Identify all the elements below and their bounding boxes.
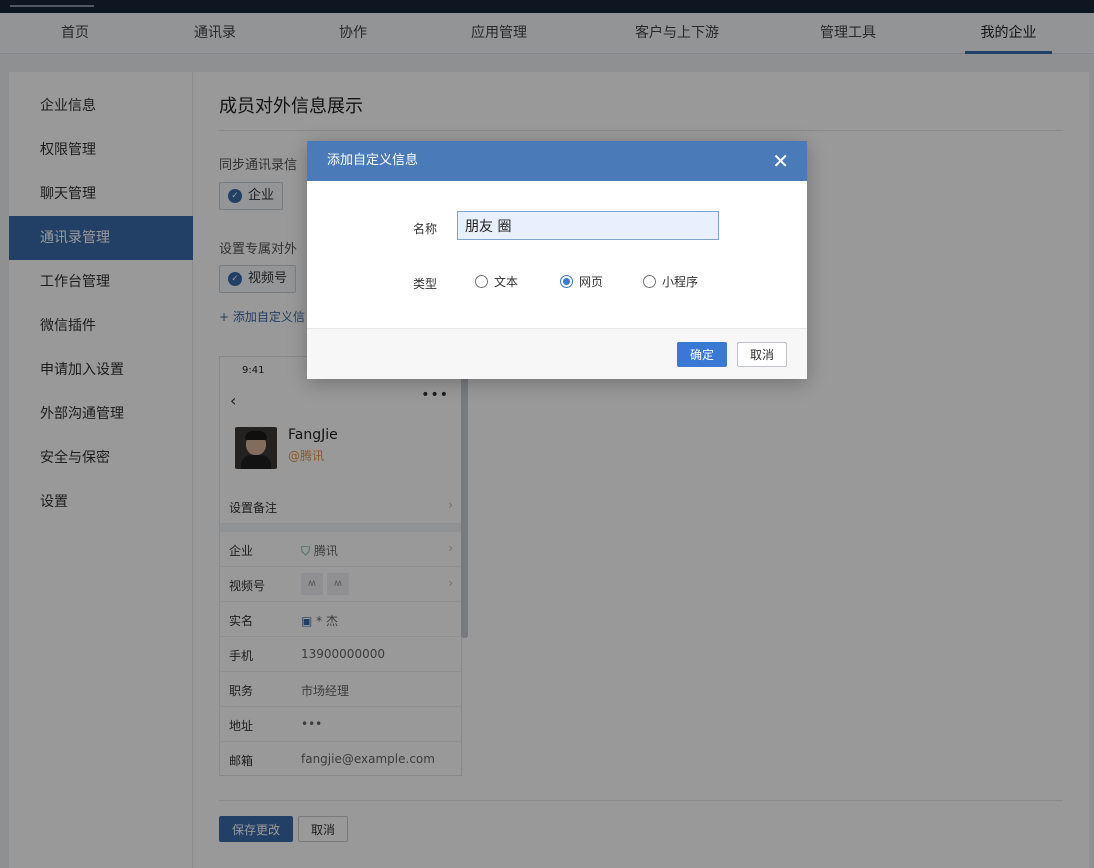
radio-text[interactable]: 文本 [475,273,518,290]
radio-label: 小程序 [662,275,699,289]
radio-label: 网页 [579,275,604,289]
dialog-header: 添加自定义信息 ✕ [307,141,807,181]
add-custom-info-dialog: 添加自定义信息 ✕ 名称 类型 文本 网页 小程序 确定 取消 [307,141,807,379]
confirm-button[interactable]: 确定 [677,342,727,367]
name-label: 名称 [413,222,438,236]
radio-label: 文本 [494,275,519,289]
modal-overlay [0,0,1094,868]
radio-mini-program[interactable]: 小程序 [643,273,698,290]
type-label: 类型 [413,277,438,291]
dialog-title: 添加自定义信息 [327,153,419,168]
radio-webpage[interactable]: 网页 [560,273,603,290]
dialog-cancel-button[interactable]: 取消 [737,342,787,367]
close-icon[interactable]: ✕ [772,141,789,181]
radio-circle [560,275,573,288]
dialog-footer: 确定 取消 [307,328,807,379]
radio-circle [643,275,656,288]
name-input[interactable] [457,211,719,240]
radio-circle [475,275,488,288]
